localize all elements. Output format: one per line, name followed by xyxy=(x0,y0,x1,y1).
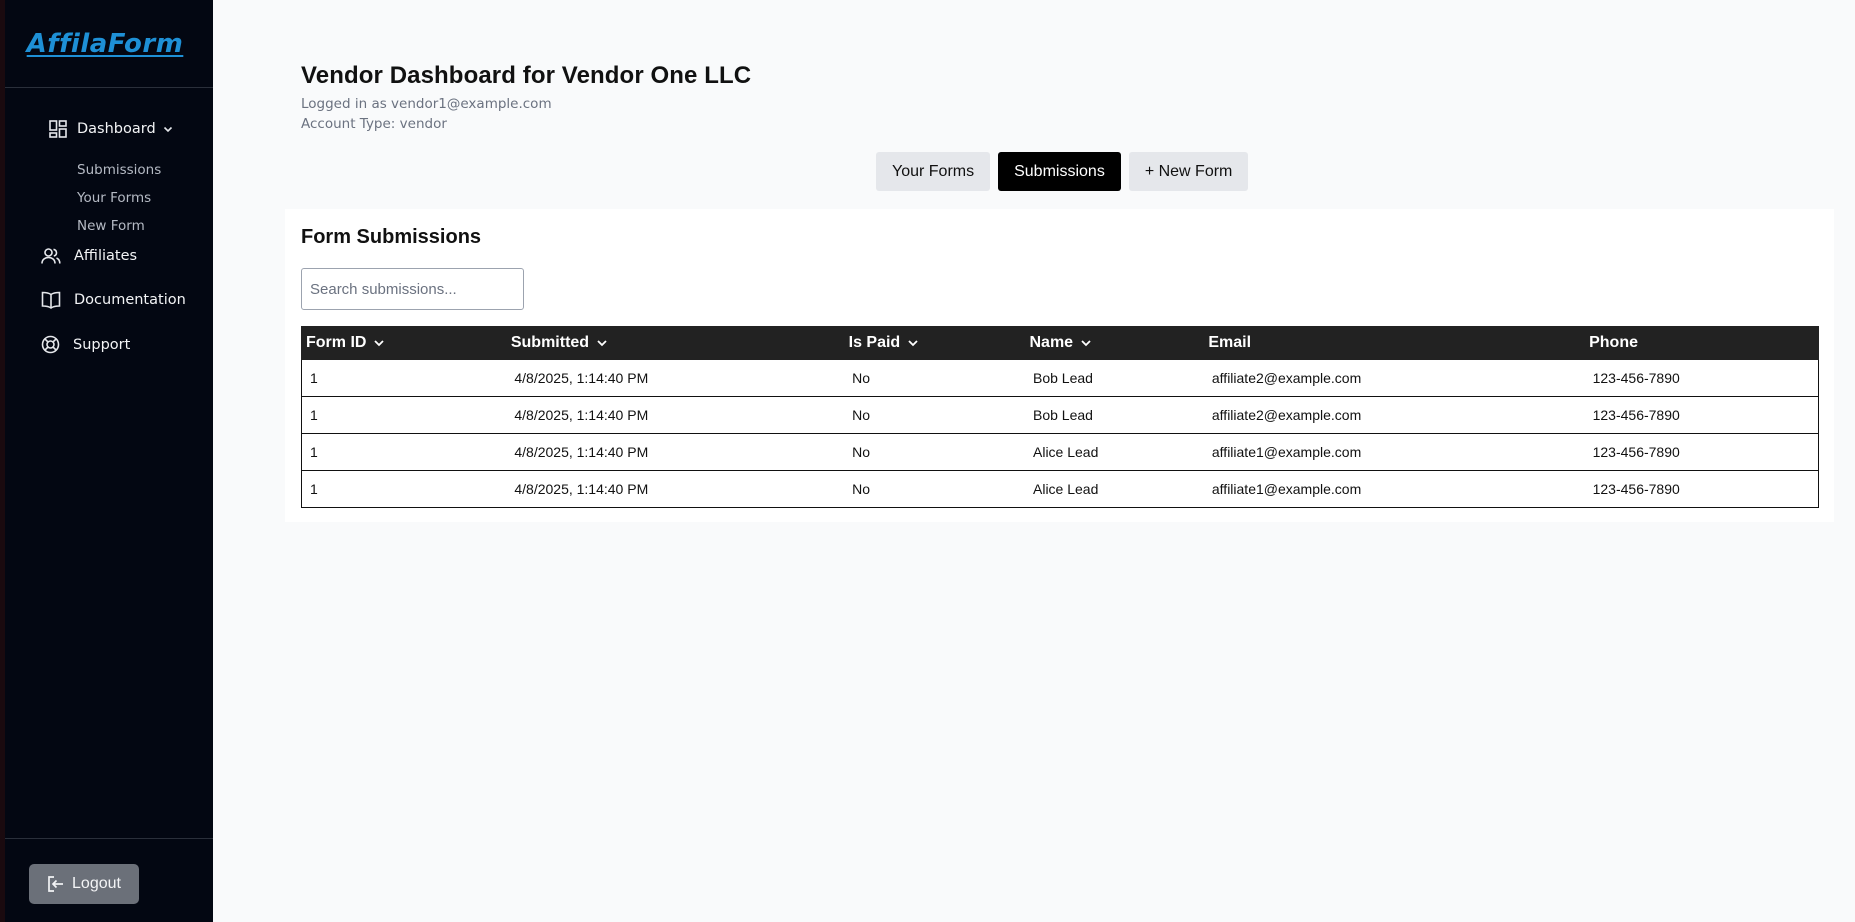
tab-submissions[interactable]: Submissions xyxy=(998,152,1121,191)
column-header-form-id[interactable]: Form ID xyxy=(301,326,507,360)
sidebar-item-label: Dashboard xyxy=(77,121,156,137)
page-title: Vendor Dashboard for Vendor One LLC xyxy=(301,62,752,89)
chevron-down-icon xyxy=(374,340,385,347)
sidebar-subitem-submissions[interactable]: Submissions xyxy=(77,156,161,184)
logo-area: AffilaForm xyxy=(5,0,213,88)
cell-email: affiliate1@example.com xyxy=(1203,470,1585,508)
sidebar-footer: Logout xyxy=(5,838,213,922)
chevron-down-icon xyxy=(163,126,172,133)
column-header-label: Submitted xyxy=(510,334,590,351)
chevron-down-icon xyxy=(597,340,607,347)
cell-email: affiliate2@example.com xyxy=(1203,396,1585,434)
cell-form-id: 1 xyxy=(301,359,507,397)
column-header-submitted[interactable]: Submitted xyxy=(505,326,845,360)
submissions-panel: Form Submissions Form ID Submitted Is Pa… xyxy=(285,209,1834,522)
cell-submitted: 4/8/2025, 1:14:40 PM xyxy=(506,396,845,434)
cell-name: Alice Lead xyxy=(1025,470,1204,508)
column-header-phone: Phone xyxy=(1584,326,1819,360)
section-title: Form Submissions xyxy=(301,226,482,248)
column-header-name[interactable]: Name xyxy=(1024,326,1205,360)
column-header-label: Email xyxy=(1208,334,1252,351)
book-icon xyxy=(41,291,61,309)
sidebar-item-affiliates[interactable]: Affiliates xyxy=(41,247,137,265)
cell-submitted: 4/8/2025, 1:14:40 PM xyxy=(506,359,845,397)
cell-phone: 123-456-7890 xyxy=(1584,396,1819,434)
sidebar-item-label: Support xyxy=(73,336,131,353)
cell-phone: 123-456-7890 xyxy=(1584,433,1819,471)
chevron-down-icon xyxy=(908,340,918,347)
dashboard-submenu: Submissions Your Forms New Form xyxy=(77,156,161,240)
sidebar: AffilaForm Dashboard Submissions Your Fo… xyxy=(0,0,213,922)
cell-name: Bob Lead xyxy=(1025,359,1204,397)
cell-email: affiliate2@example.com xyxy=(1203,359,1585,397)
cell-phone: 123-456-7890 xyxy=(1584,470,1819,508)
cell-phone: 123-456-7890 xyxy=(1584,359,1819,397)
app-logo[interactable]: AffilaForm xyxy=(27,29,192,59)
table-row: 1 4/8/2025, 1:14:40 PM No Bob Lead affil… xyxy=(301,396,1819,434)
table-header-row: Form ID Submitted Is Paid Name Email Pho… xyxy=(301,326,1819,360)
chevron-down-icon xyxy=(1081,340,1091,347)
cell-email: affiliate1@example.com xyxy=(1203,433,1585,471)
search-input[interactable] xyxy=(301,268,524,310)
tab-your-forms[interactable]: Your Forms xyxy=(876,152,991,191)
column-header-label: Is Paid xyxy=(848,334,901,351)
table-row: 1 4/8/2025, 1:14:40 PM No Alice Lead aff… xyxy=(301,433,1819,471)
table-row: 1 4/8/2025, 1:14:40 PM No Alice Lead aff… xyxy=(301,470,1819,508)
column-header-label: Phone xyxy=(1589,334,1638,351)
column-header-is-paid[interactable]: Is Paid xyxy=(843,326,1026,360)
sidebar-item-label: Affiliates xyxy=(74,248,138,264)
table-row: 1 4/8/2025, 1:14:40 PM No Bob Lead affil… xyxy=(301,359,1819,397)
cell-submitted: 4/8/2025, 1:14:40 PM xyxy=(506,433,845,471)
tab-new-form[interactable]: + New Form xyxy=(1128,152,1249,191)
logged-in-text: Logged in as vendor1@example.com xyxy=(301,96,552,112)
cell-is-paid: No xyxy=(844,470,1025,508)
submissions-table: Form ID Submitted Is Paid Name Email Pho… xyxy=(301,326,1819,508)
cell-form-id: 1 xyxy=(301,470,507,508)
cell-is-paid: No xyxy=(844,359,1025,397)
cell-name: Bob Lead xyxy=(1025,396,1204,434)
view-tabs: Your Forms Submissions + New Form xyxy=(876,152,1249,191)
column-header-label: Form ID xyxy=(306,334,367,351)
cell-is-paid: No xyxy=(844,433,1025,471)
sidebar-item-dashboard[interactable]: Dashboard xyxy=(49,120,174,138)
column-header-email: Email xyxy=(1203,326,1586,360)
account-type-text: Account Type: vendor xyxy=(301,116,447,132)
cell-form-id: 1 xyxy=(301,396,507,434)
users-icon xyxy=(41,248,61,264)
cell-is-paid: No xyxy=(844,396,1025,434)
logout-label: Logout xyxy=(72,875,121,892)
sidebar-subitem-new-form[interactable]: New Form xyxy=(77,212,161,240)
lifebuoy-icon xyxy=(41,335,60,354)
sidebar-item-label: Documentation xyxy=(74,292,186,308)
cell-submitted: 4/8/2025, 1:14:40 PM xyxy=(506,470,845,508)
logout-icon xyxy=(48,876,64,892)
logout-button[interactable]: Logout xyxy=(29,864,139,904)
sidebar-subitem-your-forms[interactable]: Your Forms xyxy=(77,184,161,212)
sidebar-item-support[interactable]: Support xyxy=(41,335,130,354)
cell-form-id: 1 xyxy=(301,433,507,471)
column-header-label: Name xyxy=(1029,334,1074,351)
dashboard-grid-icon xyxy=(49,120,67,138)
sidebar-item-documentation[interactable]: Documentation xyxy=(41,291,186,309)
cell-name: Alice Lead xyxy=(1025,433,1204,471)
